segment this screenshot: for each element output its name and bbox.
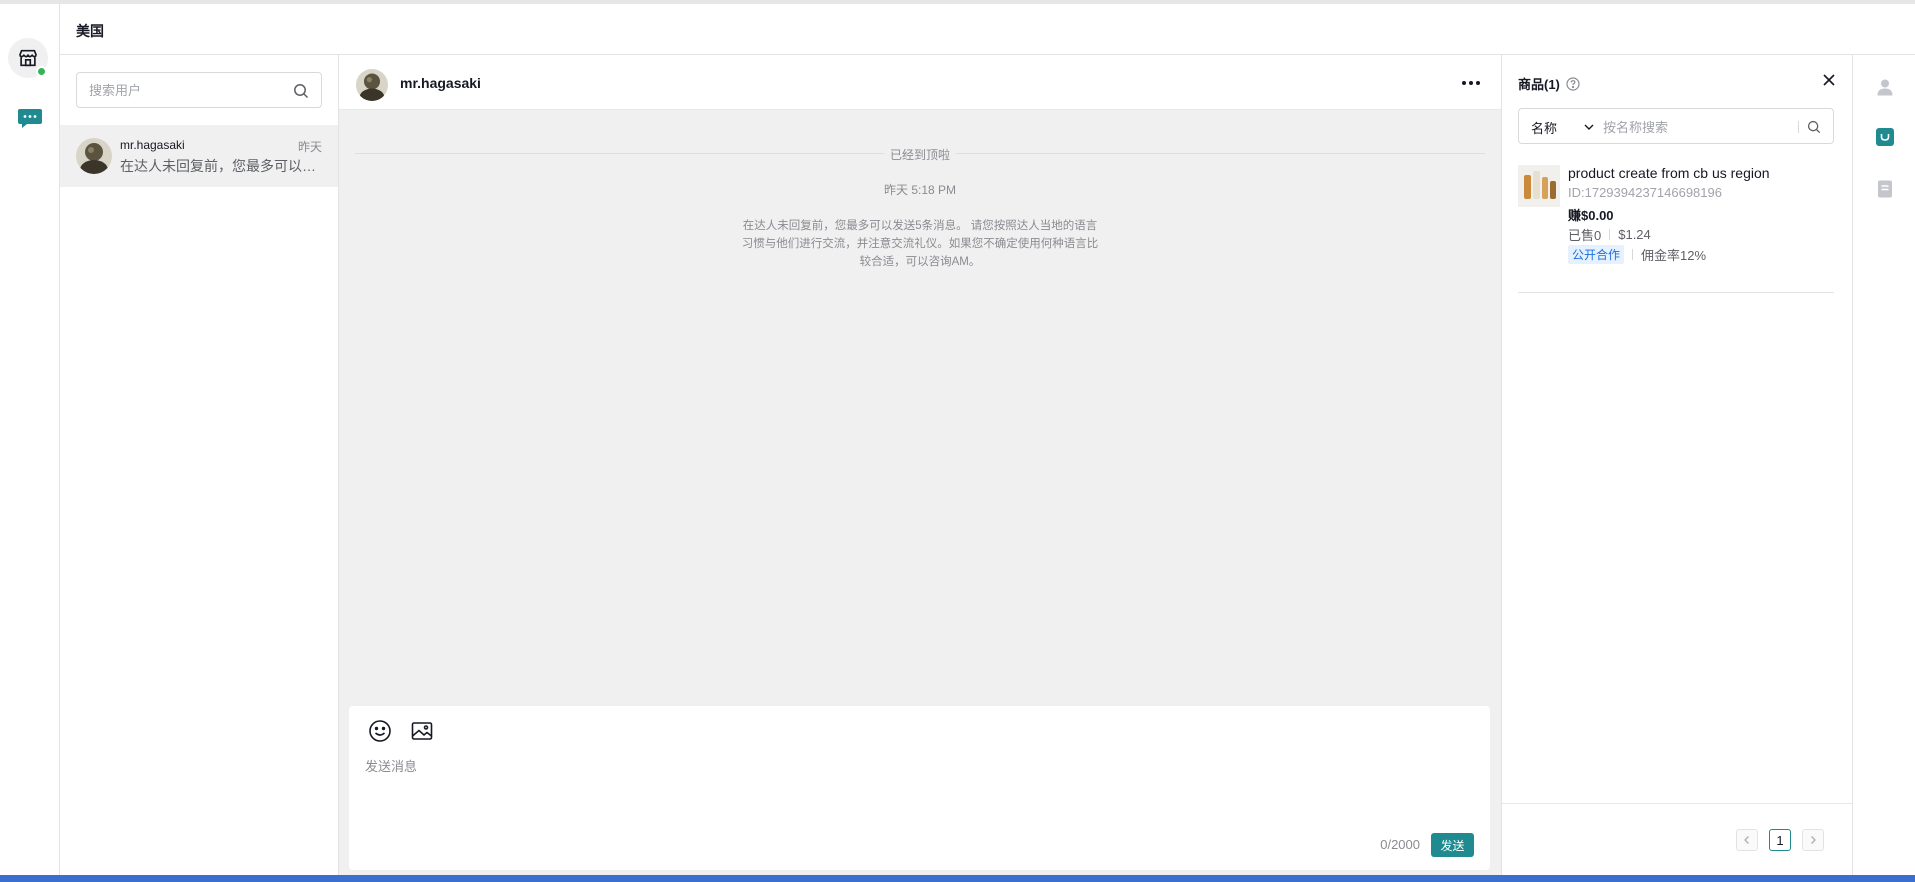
avatar: [76, 138, 112, 174]
document-icon: [1878, 180, 1892, 198]
meta-separator: [1632, 249, 1634, 260]
user-icon: [1877, 79, 1893, 96]
product-id: ID:1729394237146698196: [1568, 185, 1722, 200]
user-search-input[interactable]: [89, 81, 279, 99]
user-profile-button[interactable]: [1873, 75, 1897, 99]
message-input[interactable]: [365, 756, 1465, 816]
user-message-preview: 在达人未回复前，您最多可以发送5条消息。: [120, 158, 320, 174]
message-timestamp: 昨天 5:18 PM: [883, 183, 957, 197]
send-button[interactable]: 发送: [1431, 833, 1474, 857]
user-list-panel: mr.hagasaki 昨天 在达人未回复前，您最多可以发送5条消息。: [60, 55, 339, 875]
top-reached-label: 已经到顶啦: [883, 146, 957, 163]
avatar: [356, 69, 388, 101]
chat-icon[interactable]: [14, 102, 46, 134]
region-title[interactable]: 美国: [76, 21, 104, 41]
help-icon[interactable]: [1566, 76, 1580, 91]
message-composer: 0/2000 发送: [349, 706, 1490, 870]
chevron-right-icon: [1811, 836, 1816, 844]
search-separator: [1798, 121, 1799, 133]
page-button-current[interactable]: 1: [1769, 829, 1791, 851]
products-title: 商品(1): [1518, 77, 1560, 92]
pager-divider: [1502, 803, 1853, 804]
search-icon[interactable]: [293, 83, 309, 99]
products-title-row: 商品(1): [1518, 74, 1580, 93]
product-name[interactable]: product create from cb us region: [1568, 165, 1770, 181]
chevron-down-icon[interactable]: [1582, 120, 1596, 134]
shopping-bag-icon: [1876, 128, 1894, 146]
product-earn: 赚$0.00: [1568, 208, 1614, 223]
bottom-strip: [0, 875, 1915, 882]
chat-contact-name: mr.hagasaki: [400, 75, 481, 91]
right-rail: [1852, 55, 1915, 875]
open-collab-tag: 公开合作: [1568, 245, 1625, 264]
user-search-box[interactable]: [76, 72, 322, 108]
products-panel: 商品(1) 名称 product create: [1501, 55, 1853, 875]
next-page-button[interactable]: [1802, 829, 1824, 851]
chat-panel: mr.hagasaki 已经到顶啦 昨天 5:18 PM 在达人未回复前，您最多…: [339, 55, 1501, 875]
product-sales-row: 已售0 $1.24: [1568, 225, 1651, 244]
product-thumbnail: [1518, 165, 1560, 207]
user-list-item[interactable]: mr.hagasaki 昨天 在达人未回复前，您最多可以发送5条消息。: [60, 125, 338, 187]
more-options-button[interactable]: [1459, 73, 1483, 93]
char-counter: 0/2000: [1380, 837, 1420, 852]
product-price: $1.24: [1618, 227, 1651, 242]
top-header: 美国: [60, 4, 1915, 55]
product-search-box[interactable]: 名称: [1518, 108, 1834, 144]
search-icon[interactable]: [1807, 120, 1821, 134]
left-rail: [0, 4, 60, 875]
top-reached-divider: 已经到顶啦: [355, 146, 1485, 163]
image-icon[interactable]: [409, 718, 435, 744]
product-search-input[interactable]: [1603, 118, 1793, 136]
prev-page-button[interactable]: [1736, 829, 1758, 851]
meta-separator: [1609, 229, 1611, 240]
close-icon[interactable]: [1820, 71, 1838, 89]
product-card[interactable]: product create from cb us region ID:1729…: [1518, 165, 1834, 293]
chevron-left-icon: [1744, 836, 1749, 844]
filter-field-select[interactable]: 名称: [1531, 118, 1557, 137]
product-commission: 佣金率12%: [1641, 248, 1707, 263]
product-tags-row: 公开合作 佣金率12%: [1568, 245, 1706, 264]
orders-tab-button[interactable]: [1873, 177, 1897, 201]
user-last-time: 昨天: [297, 140, 322, 154]
more-icon: [1462, 81, 1480, 85]
system-notice: 在达人未回复前，您最多可以发送5条消息。 请您按照达人当地的语言习惯与他们进行交…: [741, 220, 1099, 268]
online-status-dot: [36, 66, 47, 77]
chat-header: mr.hagasaki: [339, 55, 1501, 110]
pagination: 1: [1736, 829, 1824, 851]
product-sold: 已售0: [1568, 228, 1602, 243]
emoji-icon[interactable]: [367, 718, 393, 744]
user-name: mr.hagasaki: [120, 138, 185, 152]
products-tab-button[interactable]: [1873, 125, 1897, 149]
